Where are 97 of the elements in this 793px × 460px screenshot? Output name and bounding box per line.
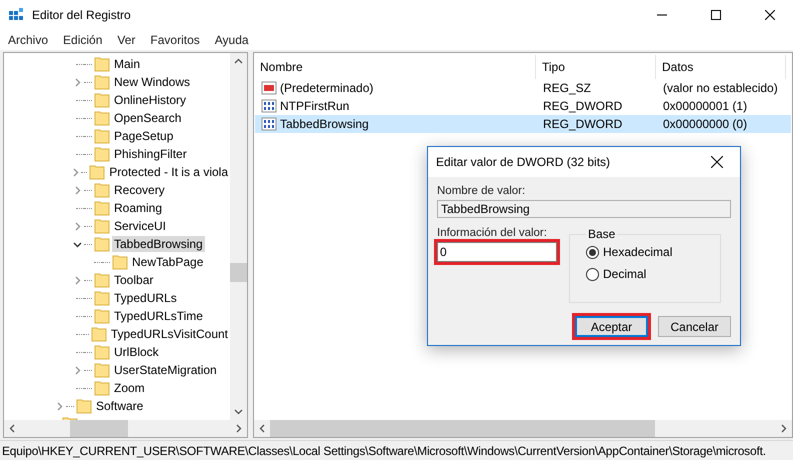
value-data: 0x00000001 (1) [663, 99, 748, 113]
folder-icon [94, 290, 110, 306]
scroll-left-icon[interactable] [258, 424, 267, 433]
tree-item[interactable]: TabbedBrowsing [112, 236, 205, 252]
value-name: (Predeterminado) [280, 81, 374, 95]
close-icon[interactable] [711, 156, 723, 168]
horizontal-scrollbar[interactable] [4, 420, 247, 437]
folder-icon [94, 218, 110, 234]
folder-icon [76, 398, 92, 414]
folder-icon [94, 56, 110, 72]
column-header[interactable]: Tipo [536, 55, 656, 79]
vertical-scrollbar[interactable] [230, 53, 247, 420]
folder-icon [112, 254, 128, 270]
folder-icon [89, 164, 106, 180]
chevron-down-icon[interactable] [72, 240, 82, 248]
folder-icon [94, 128, 110, 144]
menu-item[interactable]: Edición [63, 33, 102, 47]
tree-item[interactable]: PhishingFilter [112, 146, 189, 162]
dialog-title: Editar valor de DWORD (32 bits) [436, 155, 610, 169]
value-row[interactable]: (Predeterminado) REG_SZ (valor no establecido) [255, 79, 791, 97]
dialog-button[interactable]: Aceptar [575, 316, 648, 337]
value-type: REG_SZ [543, 81, 592, 95]
value-data: 0x00000000 (0) [663, 117, 748, 131]
folder-icon [94, 308, 110, 324]
folder-icon [94, 272, 110, 288]
value-data-field[interactable]: 0 [437, 242, 557, 262]
chevron-right-icon[interactable] [54, 402, 64, 410]
string-value-icon [261, 80, 277, 96]
radio-option[interactable]: Decimal [586, 265, 712, 283]
binary-value-icon [261, 116, 277, 132]
folder-icon [94, 344, 110, 360]
scroll-thumb[interactable] [70, 420, 128, 437]
column-header[interactable]: Datos [656, 55, 786, 79]
status-path: Equipo\HKEY_CURRENT_USER\SOFTWARE\Classes\Local Settings\Software\Microsoft\Windows\CurrentVersion\AppContainer\Storage\microsoft. [2, 444, 766, 458]
dialog-button[interactable]: Cancelar [658, 316, 731, 337]
binary-value-icon [261, 98, 277, 114]
window-title: Editor del Registro [32, 8, 132, 22]
menu-item[interactable]: Archivo [8, 33, 48, 47]
tree-item[interactable]: New Windows [112, 74, 192, 90]
tree-item[interactable]: Zoom [112, 380, 147, 396]
folder-icon [94, 182, 110, 198]
folder-icon [94, 146, 110, 162]
scroll-up-icon[interactable] [234, 57, 243, 66]
tree-item[interactable]: TypedURLsVisitCount [108, 326, 230, 342]
tree-item[interactable]: Toolbar [112, 272, 156, 288]
value-type: REG_DWORD [543, 117, 622, 131]
tree-item[interactable]: Recovery [112, 182, 167, 198]
value-row[interactable]: TabbedBrowsing REG_DWORD 0x00000000 (0) [255, 115, 791, 133]
scroll-left-icon[interactable] [8, 424, 17, 433]
tree-item[interactable]: Protected - It is a viola [107, 164, 230, 180]
tree-item[interactable]: OpenSearch [112, 110, 184, 126]
field-label: Nombre de valor: [437, 185, 526, 197]
registry-editor-icon [8, 7, 24, 23]
value-name: NTPFirstRun [280, 99, 350, 113]
maximize-icon[interactable] [711, 10, 721, 20]
tree-item[interactable]: UserStateMigration [112, 362, 219, 378]
tree-item[interactable]: Software [94, 398, 146, 414]
scroll-thumb[interactable] [230, 263, 247, 282]
scroll-right-icon[interactable] [779, 424, 788, 433]
chevron-right-icon[interactable] [72, 222, 82, 230]
field-label: Información del valor: [437, 227, 548, 239]
menu-item[interactable]: Favoritos [150, 33, 200, 47]
folder-icon [94, 236, 110, 252]
value-type: REG_DWORD [543, 99, 622, 113]
menu-item[interactable]: Ver [117, 33, 136, 47]
tree-item[interactable]: Roaming [112, 200, 164, 216]
scroll-down-icon[interactable] [234, 407, 243, 416]
column-header[interactable]: Nombre [254, 55, 536, 79]
folder-icon [94, 74, 110, 90]
tree-item[interactable]: NewTabPage [130, 254, 206, 270]
value-row[interactable]: NTPFirstRun REG_DWORD 0x00000001 (1) [255, 97, 791, 115]
folder-icon [94, 200, 110, 216]
value-name: TabbedBrowsing [280, 117, 369, 131]
scroll-thumb[interactable] [270, 420, 655, 437]
tree-item[interactable]: Main [112, 56, 142, 72]
tree-item[interactable]: UrlBlock [112, 344, 161, 360]
menu-item[interactable]: Ayuda [214, 33, 249, 47]
folder-icon [94, 362, 110, 378]
chevron-right-icon[interactable] [72, 78, 82, 86]
tree-item[interactable]: ServiceUI [112, 218, 168, 234]
value-data: (valor no establecido) [663, 81, 778, 95]
close-icon[interactable] [765, 10, 775, 20]
tree-item[interactable]: TypedURLs [112, 290, 179, 306]
folder-icon [94, 380, 110, 396]
tree-item[interactable]: PageSetup [112, 128, 176, 144]
chevron-right-icon[interactable] [72, 366, 82, 374]
horizontal-scrollbar[interactable] [254, 420, 792, 437]
folder-icon [94, 92, 110, 108]
value-name-field[interactable]: TabbedBrowsing [437, 200, 731, 218]
group-label: Base [587, 227, 616, 241]
scroll-right-icon[interactable] [234, 424, 243, 433]
tree-item[interactable]: OnlineHistory [112, 92, 188, 108]
radio-option[interactable]: Hexadecimal [586, 243, 712, 261]
tree-item[interactable]: TypedURLsTime [112, 308, 205, 324]
chevron-right-icon[interactable] [72, 276, 82, 284]
folder-icon [94, 110, 110, 126]
folder-icon [90, 326, 107, 342]
